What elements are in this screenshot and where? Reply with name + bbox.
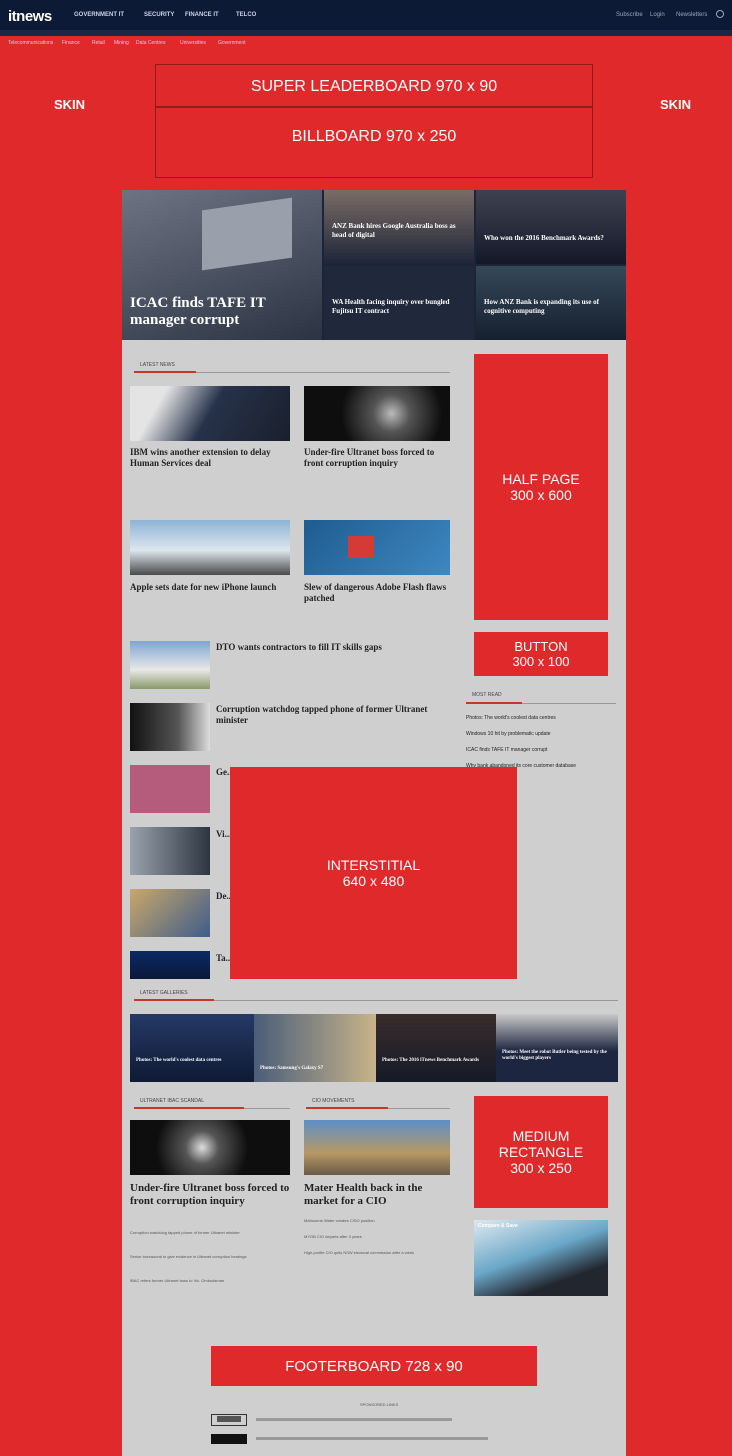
- nav-link-government[interactable]: GOVERNMENT IT: [74, 12, 124, 18]
- footerboard-ad[interactable]: FOOTERBOARD 728 x 90: [211, 1346, 537, 1386]
- gallery-caption: Photos: The world's coolest data centres: [136, 1058, 222, 1063]
- most-read-item[interactable]: Windows 10 hit by problematic update: [466, 731, 551, 737]
- section-underline: [134, 1107, 244, 1109]
- section-underline: [134, 371, 196, 373]
- gallery-strip: Photos: The world's coolest data centres…: [130, 1014, 618, 1082]
- ultranet-link[interactable]: Senior bureaucrat to give evidence in Ul…: [130, 1254, 290, 1259]
- button-ad[interactable]: BUTTON 300 x 100: [474, 632, 608, 676]
- news-thumbnail[interactable]: [130, 951, 210, 979]
- sponsor-logo[interactable]: [211, 1414, 247, 1426]
- news-thumbnail[interactable]: [130, 765, 210, 813]
- section-heading-latest-news: LATEST NEWS: [140, 362, 175, 368]
- news-headline[interactable]: Corruption watchdog tapped phone of form…: [216, 704, 450, 726]
- news-thumbnail[interactable]: [130, 827, 210, 875]
- subnav-link[interactable]: Telecommunications: [8, 40, 53, 46]
- news-thumbnail[interactable]: [304, 386, 450, 441]
- hero-tile[interactable]: Who won the 2016 Benchmark Awards?: [476, 190, 626, 264]
- ultranet-thumbnail[interactable]: [130, 1120, 290, 1175]
- login-link[interactable]: Login: [650, 12, 665, 18]
- sponsor-logo[interactable]: [211, 1434, 247, 1444]
- gallery-caption: Photos: Samsung's Galaxy S7: [260, 1066, 324, 1071]
- ultranet-link[interactable]: Corruption watchdog tapped phone of form…: [130, 1230, 290, 1235]
- news-headline[interactable]: DTO wants contractors to fill IT skills …: [216, 642, 450, 653]
- subnav-link[interactable]: Retail: [92, 40, 105, 46]
- hero-tile[interactable]: How ANZ Bank is expanding its use of cog…: [476, 266, 626, 340]
- cio-link[interactable]: High-profile CIO quits NSW electoral com…: [304, 1250, 450, 1255]
- hero-tile-title: ANZ Bank hires Google Australia boss as …: [332, 222, 456, 239]
- newsletters-link[interactable]: Newsletters: [676, 12, 707, 18]
- medium-rectangle-ad[interactable]: MEDIUM RECTANGLE 300 x 250: [474, 1096, 608, 1208]
- gallery-tile[interactable]: Photos: Samsung's Galaxy S7: [254, 1014, 376, 1082]
- ultranet-headline[interactable]: Under-fire Ultranet boss forced to front…: [130, 1182, 290, 1208]
- sponsor-logo-mark: [217, 1416, 241, 1422]
- hero-tile-title: WA Health facing inquiry over bungled Fu…: [332, 298, 450, 315]
- news-headline[interactable]: IBM wins another extension to delay Huma…: [130, 447, 290, 469]
- sponsored-heading: SPONSORED LINKS: [360, 1402, 399, 1407]
- news-thumbnail[interactable]: [304, 520, 450, 575]
- gallery-tile[interactable]: Photos: Meet the robot Butler being test…: [496, 1014, 618, 1082]
- nav-link-security[interactable]: SECURITY: [144, 12, 174, 18]
- sub-nav-bar: [0, 30, 732, 36]
- section-heading-cio-movements: CIO MOVEMENTS: [312, 1098, 355, 1104]
- news-headline[interactable]: Under-fire Ultranet boss forced to front…: [304, 447, 450, 469]
- hero-tile[interactable]: ANZ Bank hires Google Australia boss as …: [324, 190, 474, 264]
- interstitial-ad[interactable]: INTERSTITIAL 640 x 480: [230, 767, 517, 979]
- news-headline[interactable]: Apple sets date for new iPhone launch: [130, 582, 290, 593]
- gallery-caption: Photos: Meet the robot Butler being test…: [502, 1050, 607, 1061]
- subnav-link[interactable]: Finance: [62, 40, 80, 46]
- gallery-tile[interactable]: Photos: The world's coolest data centres: [130, 1014, 254, 1082]
- compare-widget[interactable]: Compare & Save: [474, 1220, 608, 1296]
- news-thumbnail[interactable]: [130, 703, 210, 751]
- news-thumbnail[interactable]: [130, 641, 210, 689]
- billboard-ad[interactable]: BILLBOARD 970 x 250: [155, 107, 593, 178]
- section-underline: [306, 1107, 388, 1109]
- skin-ad-right[interactable]: SKIN: [660, 97, 691, 112]
- gallery-tile[interactable]: Photos: The 2016 iTnews Benchmark Awards: [376, 1014, 496, 1082]
- icac-sign-image: [202, 197, 292, 271]
- cio-thumbnail[interactable]: [304, 1120, 450, 1175]
- super-leaderboard-ad[interactable]: SUPER LEADERBOARD 970 x 90: [155, 64, 593, 107]
- site-logo[interactable]: itnews: [8, 8, 52, 25]
- lock-icon: [348, 536, 374, 558]
- hero-main-title: ICAC finds TAFE IT manager corrupt: [130, 295, 266, 328]
- subnav-link[interactable]: Universities: [180, 40, 206, 46]
- top-nav: [0, 0, 732, 36]
- sponsor-text[interactable]: [256, 1437, 488, 1440]
- section-underline: [466, 702, 522, 704]
- news-thumbnail[interactable]: [130, 889, 210, 937]
- most-read-item[interactable]: Photos: The world's coolest data centres: [466, 715, 556, 721]
- hero-tile-title: Who won the 2016 Benchmark Awards?: [484, 234, 604, 242]
- news-thumbnail[interactable]: [130, 520, 290, 575]
- news-thumbnail[interactable]: [130, 386, 290, 441]
- section-heading-ultranet: ULTRANET IBAC SCANDAL: [140, 1098, 204, 1104]
- skin-ad-left[interactable]: SKIN: [54, 97, 85, 112]
- compare-label: Compare & Save: [478, 1223, 518, 1229]
- section-underline: [134, 999, 214, 1001]
- subnav-link[interactable]: Government: [218, 40, 246, 46]
- most-read-item[interactable]: ICAC finds TAFE IT manager corrupt: [466, 747, 547, 753]
- hero-main-tile[interactable]: ICAC finds TAFE IT manager corrupt: [122, 190, 322, 340]
- news-headline[interactable]: Slew of dangerous Adobe Flash flaws patc…: [304, 582, 450, 604]
- hero-tile[interactable]: WA Health facing inquiry over bungled Fu…: [324, 266, 474, 340]
- subnav-link[interactable]: Mining: [114, 40, 129, 46]
- sponsor-text[interactable]: [256, 1418, 452, 1421]
- nav-link-finance[interactable]: FINANCE IT: [185, 12, 219, 18]
- hero-carousel: ICAC finds TAFE IT manager corrupt ANZ B…: [122, 190, 626, 340]
- cio-link[interactable]: Melbourne Water creates CISO position: [304, 1218, 450, 1223]
- cio-link[interactable]: MYOB CIO departs after 3 years: [304, 1234, 450, 1239]
- nav-link-telco[interactable]: TELCO: [236, 12, 256, 18]
- gallery-caption: Photos: The 2016 iTnews Benchmark Awards: [382, 1058, 479, 1063]
- section-heading-most-read: MOST READ: [472, 692, 502, 698]
- subscribe-link[interactable]: Subscribe: [616, 12, 643, 18]
- subnav-link[interactable]: Data Centres: [136, 40, 165, 46]
- section-heading-latest-galleries: LATEST GALLERIES: [140, 990, 188, 996]
- ultranet-link[interactable]: IBAC refers former Ultranet boss to Vic.…: [130, 1278, 290, 1283]
- search-icon[interactable]: [716, 10, 724, 18]
- cio-headline[interactable]: Mater Health back in the market for a CI…: [304, 1182, 450, 1208]
- half-page-ad[interactable]: HALF PAGE 300 x 600: [474, 354, 608, 620]
- hero-tile-title: How ANZ Bank is expanding its use of cog…: [484, 298, 599, 315]
